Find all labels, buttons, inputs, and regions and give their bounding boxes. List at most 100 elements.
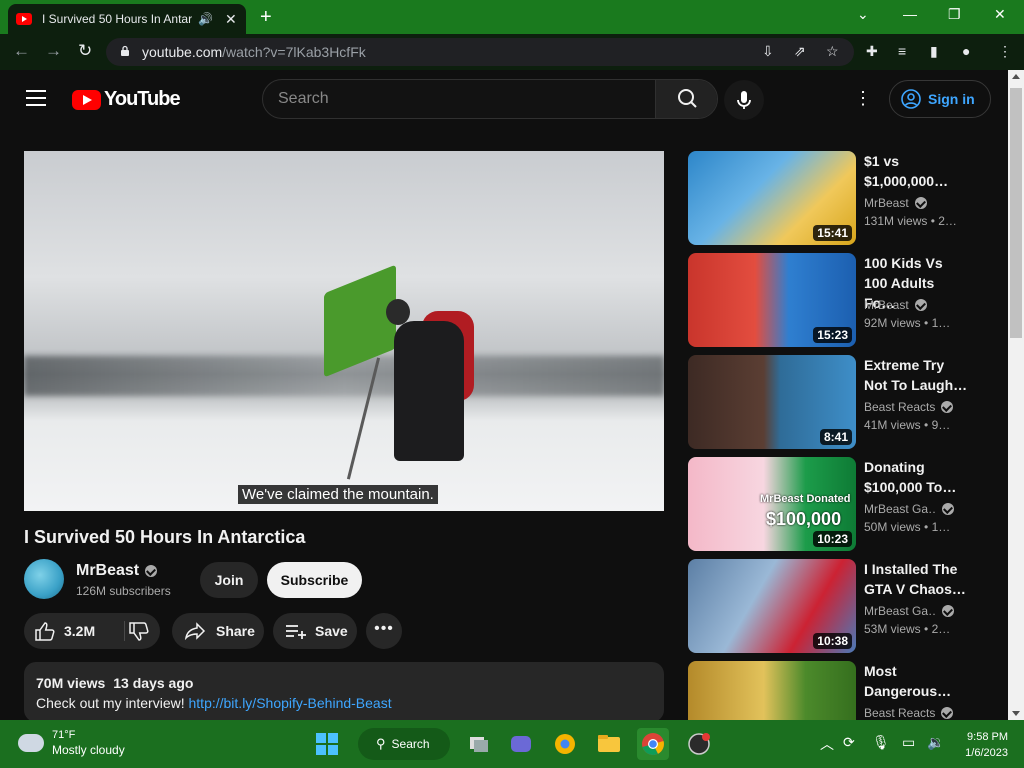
thumbs-up-icon[interactable] (34, 621, 56, 641)
forward-arrow-icon[interactable]: → (45, 41, 62, 61)
recommendation-channel[interactable]: MrBeast (864, 298, 968, 312)
show-hidden-icons-icon[interactable]: ︿ (820, 734, 834, 754)
minimize-icon[interactable]: — (903, 6, 917, 22)
sign-in-button[interactable]: Sign in (889, 80, 991, 118)
chrome-app-icon[interactable] (637, 728, 669, 760)
file-explorer-icon[interactable] (593, 728, 625, 760)
recommendation-item[interactable]: 8:41 Extreme Try Not To Laugh… Beast Rea… (688, 355, 998, 449)
partly-cloudy-icon (14, 728, 44, 752)
recommendation-title[interactable]: I Installed The GTA V Chaos… (864, 559, 968, 599)
subscriber-count: 126M subscribers (76, 584, 171, 598)
upload-age: 13 days ago (113, 675, 194, 691)
clock-time: 9:58 PM (967, 731, 1008, 743)
verified-badge-icon (914, 197, 927, 209)
recommendation-title[interactable]: Extreme Try Not To Laugh… (864, 355, 968, 395)
browser-toolbar: ← → ↻ youtube.com/watch?v=7lKab3HcfFk ⇩ … (0, 34, 1024, 70)
tab-search-chevron-icon[interactable]: ⌄ (857, 6, 869, 23)
recommendation-item[interactable]: 15:23 100 Kids Vs 100 Adults Fo… MrBeast… (688, 253, 998, 347)
taskbar-search-button[interactable]: ⚲ Search (358, 728, 450, 760)
recommendation-channel[interactable]: MrBeast Ga… (864, 604, 968, 618)
scroll-up-arrow-icon[interactable] (1012, 74, 1020, 79)
install-app-icon[interactable]: ⇩ (762, 43, 774, 60)
windows-start-icon[interactable] (311, 728, 343, 760)
browser-tab[interactable]: I Survived 50 Hours In Antarc 🔊 ✕ (8, 4, 246, 34)
scrollbar-thumb[interactable] (1010, 88, 1022, 338)
system-clock[interactable]: 9:58 PM 1/6/2023 (960, 729, 1008, 761)
recommendation-thumbnail[interactable]: 15:41 (688, 151, 856, 245)
share-page-icon[interactable]: ⇗ (794, 43, 806, 60)
more-actions-icon[interactable]: ••• (366, 613, 402, 649)
recommendation-channel[interactable]: Beast Reacts (864, 706, 968, 720)
search-button[interactable] (655, 80, 717, 118)
search-input[interactable] (263, 80, 655, 118)
tab-title: I Survived 50 Hours In Antarc (42, 12, 192, 26)
weather-condition: Mostly cloudy (52, 743, 125, 757)
sync-status-icon[interactable]: ⟳ (843, 734, 855, 751)
recommendation-views: 92M views • 1… (864, 316, 951, 330)
recommendation-thumbnail[interactable]: 10:38 (688, 559, 856, 653)
recommendation-item[interactable]: 10:38 I Installed The GTA V Chaos… MrBea… (688, 559, 998, 653)
recommendation-item[interactable]: 15:41 $1 vs $1,000,000… MrBeast 131M vie… (688, 151, 998, 245)
recommendation-title[interactable]: Most Dangerous… (864, 661, 968, 701)
volume-icon[interactable]: 🔉 (927, 734, 944, 751)
recommendation-thumbnail[interactable]: MrBeast Donated $100,000 10:23 (688, 457, 856, 551)
side-panel-icon[interactable]: ▮ (930, 43, 938, 60)
speaker-icon[interactable]: 🔊 (198, 12, 213, 26)
back-arrow-icon[interactable]: ← (13, 41, 30, 61)
channel-avatar[interactable] (24, 559, 64, 599)
video-title: I Survived 50 Hours In Antarctica (24, 527, 306, 547)
voice-search-button[interactable] (724, 80, 764, 120)
scroll-down-arrow-icon[interactable] (1012, 711, 1020, 716)
recommendation-channel[interactable]: Beast Reacts (864, 400, 968, 414)
youtube-header: YouTube ⋮ Sign in (0, 70, 1008, 128)
thumbnail-caption: MrBeast Donated (760, 493, 851, 505)
share-button[interactable]: Share (172, 613, 264, 649)
recommendation-channel[interactable]: MrBeast (864, 196, 968, 210)
chrome-dev-app-icon[interactable] (549, 728, 581, 760)
bookmark-star-icon[interactable]: ☆ (826, 43, 839, 60)
recommendation-thumbnail[interactable]: 8:41 (688, 355, 856, 449)
reload-icon[interactable]: ↻ (78, 41, 92, 61)
restore-icon[interactable]: ❐ (948, 6, 961, 23)
recommendation-item[interactable]: MrBeast Donated $100,000 10:23 Donating … (688, 457, 998, 551)
extensions-icon[interactable]: ✚ (866, 43, 878, 60)
like-dislike-bar: 3.2M (24, 613, 160, 649)
youtube-play-icon (72, 89, 101, 110)
task-view-icon[interactable] (463, 728, 495, 760)
address-bar[interactable]: youtube.com/watch?v=7lKab3HcfFk ⇩ ⇗ ☆ (106, 38, 854, 66)
recommendation-title[interactable]: $1 vs $1,000,000… (864, 151, 968, 191)
microphone-tray-icon[interactable]: 🎙 (872, 734, 890, 751)
obs-app-icon[interactable] (683, 728, 715, 760)
close-tab-icon[interactable]: ✕ (225, 11, 237, 28)
recommendation-views: 131M views • 2… (864, 214, 957, 228)
youtube-wordmark: YouTube (104, 88, 181, 110)
join-button[interactable]: Join (200, 562, 258, 598)
screen: I Survived 50 Hours In Antarc 🔊 ✕ + ⌄ — … (0, 0, 1024, 768)
description-link[interactable]: http://bit.ly/Shopify-Behind-Beast (189, 695, 392, 711)
recommendation-thumbnail[interactable]: 15:23 (688, 253, 856, 347)
weather-widget[interactable]: 71°F Mostly cloudy (14, 728, 125, 757)
duration-badge: 10:23 (813, 531, 852, 547)
close-window-icon[interactable]: ✕ (994, 6, 1006, 23)
chrome-menu-icon[interactable]: ⋮ (998, 43, 1012, 60)
video-player[interactable]: We've claimed the mountain. (24, 151, 664, 511)
chat-app-icon[interactable] (505, 728, 537, 760)
recommendation-channel[interactable]: MrBeast Ga… (864, 502, 968, 516)
verified-badge-icon (942, 503, 954, 515)
description-text: Check out my interview! (36, 695, 185, 711)
youtube-logo[interactable]: YouTube (72, 88, 181, 111)
page-scrollbar[interactable] (1008, 70, 1024, 720)
description-box[interactable]: 70M views 13 days ago Check out my interv… (24, 662, 664, 722)
channel-name[interactable]: MrBeast (76, 562, 158, 580)
save-button[interactable]: Save (273, 613, 357, 649)
new-tab-icon[interactable]: + (260, 6, 272, 29)
verified-badge-icon (941, 707, 954, 719)
media-control-icon[interactable]: ≡ (898, 43, 906, 59)
settings-kebab-icon[interactable]: ⋮ (854, 88, 872, 109)
subscribe-button[interactable]: Subscribe (267, 562, 362, 598)
thumbs-down-icon[interactable] (128, 622, 150, 642)
profile-icon[interactable]: ● (962, 43, 970, 59)
recommendation-title[interactable]: Donating $100,000 To… (864, 457, 968, 497)
guide-menu-icon[interactable] (26, 90, 46, 106)
network-icon[interactable]: ▭ (902, 734, 915, 751)
